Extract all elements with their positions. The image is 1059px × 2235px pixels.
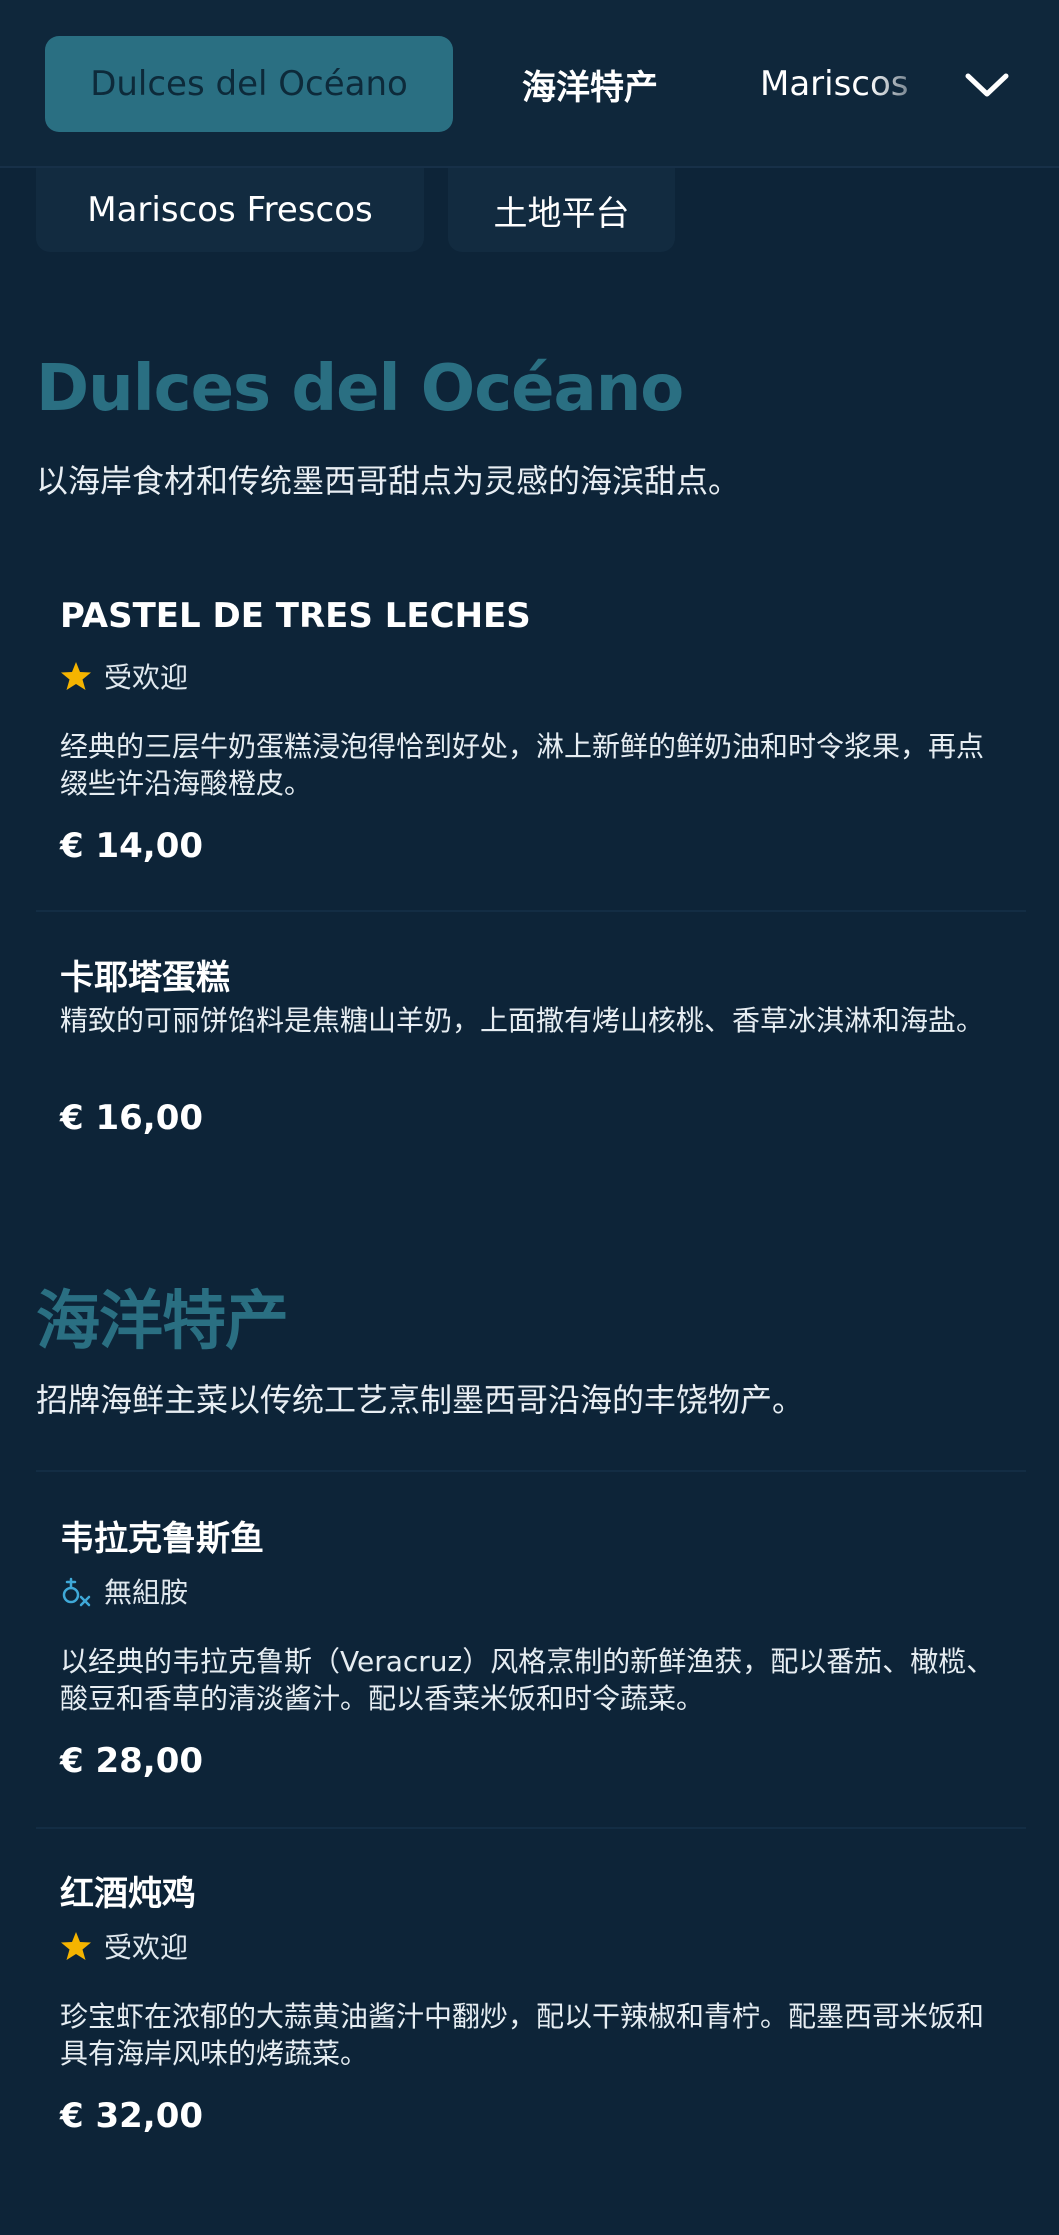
category-nav-bar: Dulces del Océano 海洋特产 Mariscos <box>0 0 1059 168</box>
menu-item[interactable]: PASTEL DE TRES LECHES 受欢迎 经典的三层牛奶蛋糕浸泡得恰到… <box>36 580 1026 910</box>
menu-item[interactable]: 韦拉克鲁斯鱼 無組胺 以经典的韦拉克鲁斯（Veracruz）风格烹制的新鲜渔获，… <box>36 1495 1026 1825</box>
badge-label: 受欢迎 <box>104 1931 189 1964</box>
tab-label: Mariscos <box>760 64 909 104</box>
popular-badge: 受欢迎 <box>60 1926 188 1966</box>
item-description: 珍宝虾在浓郁的大蒜黄油酱汁中翻炒，配以干辣椒和青柠。配墨西哥米饭和具有海岸风味的… <box>60 2000 985 2070</box>
divider <box>36 1470 1026 1472</box>
divider <box>36 1827 1026 1829</box>
tab-mariscos[interactable]: Mariscos <box>760 36 940 132</box>
item-name: PASTEL DE TRES LECHES <box>60 596 531 636</box>
divider <box>36 910 1026 912</box>
item-name: 韦拉克鲁斯鱼 <box>60 1519 264 1559</box>
item-price: € 16,00 <box>60 1098 204 1138</box>
section-title: Dulces del Océano <box>36 352 684 426</box>
histamine-free-badge: 無組胺 <box>60 1571 188 1611</box>
chip-mariscos-frescos[interactable]: Mariscos Frescos <box>36 168 424 252</box>
section-title: 海洋特产 <box>36 1285 289 1359</box>
section-description: 招牌海鲜主菜以传统工艺烹制墨西哥沿海的丰饶物产。 <box>36 1381 805 1419</box>
menu-item[interactable]: 卡耶塔蛋糕 精致的可丽饼馅料是焦糖山羊奶，上面撒有烤山核桃、香草冰淇淋和海盐。 … <box>36 930 1026 1160</box>
item-description: 经典的三层牛奶蛋糕浸泡得恰到好处，淋上新鲜的鲜奶油和时令浆果，再点缀些许沿海酸橙… <box>60 730 985 800</box>
item-price: € 14,00 <box>60 826 204 866</box>
item-name: 红酒炖鸡 <box>60 1874 196 1914</box>
star-icon <box>61 662 91 690</box>
chip-tudi-pingtai[interactable]: 土地平台 <box>448 168 675 252</box>
badge-label: 受欢迎 <box>104 661 189 694</box>
chip-label: 土地平台 <box>493 193 630 234</box>
tab-dulces-del-oceano[interactable]: Dulces del Océano <box>45 36 453 132</box>
tab-label: 海洋特产 <box>522 67 658 108</box>
histamine-free-icon <box>62 1577 91 1607</box>
item-description: 以经典的韦拉克鲁斯（Veracruz）风格烹制的新鲜渔获，配以番茄、橄榄、酸豆和… <box>60 1645 995 1715</box>
tab-haiyang-techan[interactable]: 海洋特产 <box>490 36 690 132</box>
item-description: 精致的可丽饼馅料是焦糖山羊奶，上面撒有烤山核桃、香草冰淇淋和海盐。 <box>60 1004 985 1037</box>
chip-label: Mariscos Frescos <box>87 190 373 230</box>
badge-label: 無組胺 <box>104 1576 189 1609</box>
section-description: 以海岸食材和传统墨西哥甜点为灵感的海滨甜点。 <box>36 462 741 500</box>
menu-item[interactable]: 红酒炖鸡 受欢迎 珍宝虾在浓郁的大蒜黄油酱汁中翻炒，配以干辣椒和青柠。配墨西哥米… <box>36 1850 1026 2180</box>
star-icon <box>61 1932 91 1960</box>
popular-badge: 受欢迎 <box>60 656 188 696</box>
item-price: € 28,00 <box>60 1741 204 1781</box>
item-price: € 32,00 <box>60 2096 204 2136</box>
chevron-down-icon[interactable] <box>962 60 1012 110</box>
tab-label: Dulces del Océano <box>90 64 408 104</box>
item-name: 卡耶塔蛋糕 <box>60 958 230 998</box>
